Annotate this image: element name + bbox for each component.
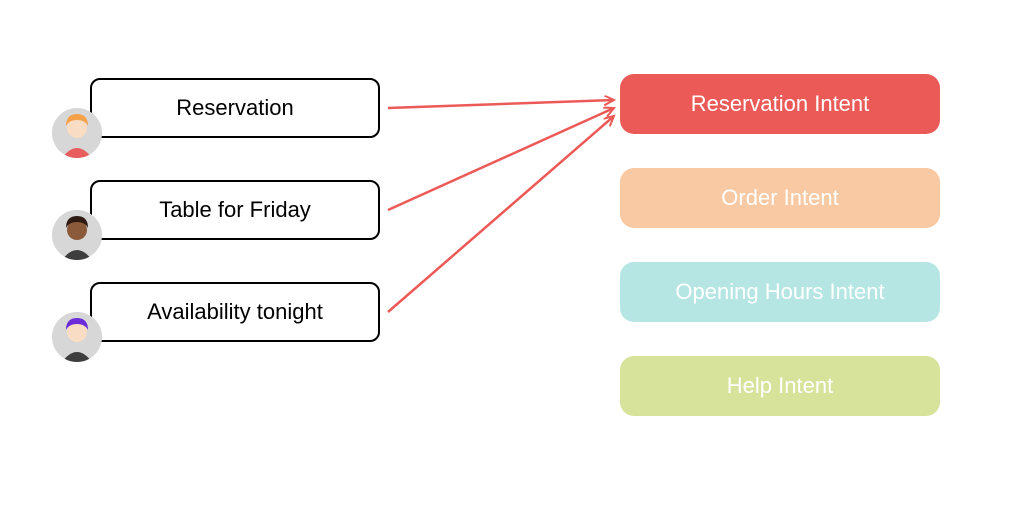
intent-label: Help Intent — [727, 374, 833, 398]
diagram-canvas: Reservation Table for Friday Availabilit… — [0, 0, 1024, 512]
intent-label: Reservation Intent — [691, 92, 870, 116]
user-avatar-icon — [52, 210, 102, 260]
user-avatar-icon — [52, 312, 102, 362]
user-utterance-2: Availability tonight — [90, 282, 380, 342]
utterance-text: Table for Friday — [159, 197, 311, 223]
utterance-text: Availability tonight — [147, 299, 323, 325]
user-utterance-1: Table for Friday — [90, 180, 380, 240]
intent-help: Help Intent — [620, 356, 940, 416]
intent-label: Order Intent — [721, 186, 838, 210]
intent-opening-hours: Opening Hours Intent — [620, 262, 940, 322]
utterance-text: Reservation — [176, 95, 293, 121]
intent-order: Order Intent — [620, 168, 940, 228]
user-avatar-icon — [52, 108, 102, 158]
intent-label: Opening Hours Intent — [675, 280, 884, 304]
intent-reservation: Reservation Intent — [620, 74, 940, 134]
user-utterance-0: Reservation — [90, 78, 380, 138]
